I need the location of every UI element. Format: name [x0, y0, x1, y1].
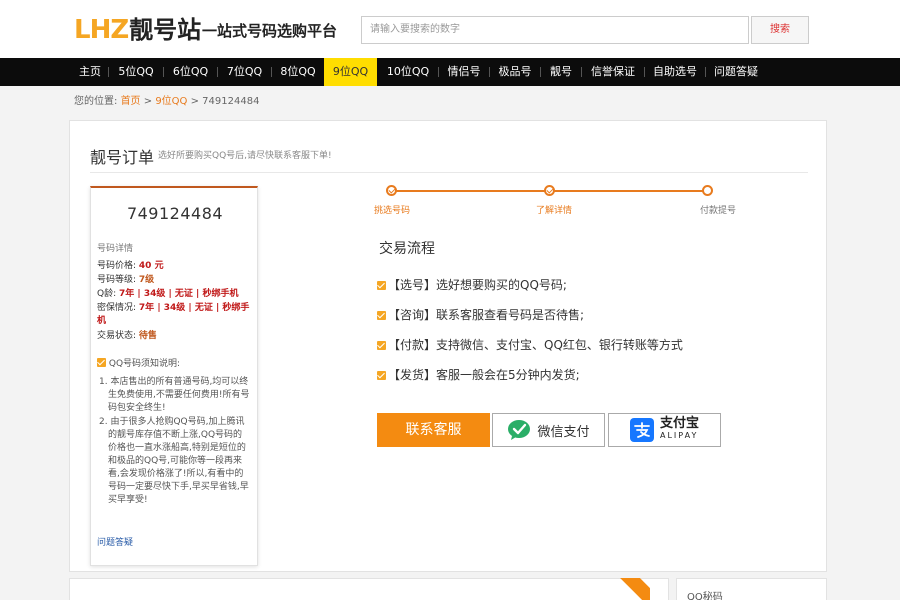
breadcrumb-home[interactable]: 首页 [121, 96, 141, 107]
nav-item-pretty[interactable]: 靓号 [541, 58, 581, 86]
nav-item-10qq[interactable]: 10位QQ [378, 58, 438, 86]
breadcrumb-current: 749124484 [202, 96, 260, 107]
number-card: 749124484 号码详情 号码价格: 40 元 号码等级: 7级 Q龄: 7… [90, 186, 258, 566]
alipay-button[interactable]: 支付宝 ALIPAY [608, 413, 721, 447]
order-panel: 靓号订单 选好所要购买QQ号后,请尽快联系客服下单! 749124484 号码详… [69, 120, 827, 572]
nav-item-9qq[interactable]: 9位QQ [324, 58, 377, 86]
flow-row-pay: 【付款】支持微信、支付宝、QQ红包、银行转账等方式 [377, 336, 683, 353]
nav-item-8qq[interactable]: 8位QQ [272, 58, 324, 86]
nav-item-7qq[interactable]: 7位QQ [218, 58, 271, 86]
checkbox-icon [377, 281, 386, 290]
step-1-label: 挑选号码 [374, 206, 411, 216]
site-header: LHZ 靓号站 一站式号码选购平台 请输入要搜索的数字 搜索 [0, 0, 900, 58]
checkbox-icon [97, 358, 106, 367]
nav-item-6qq[interactable]: 6位QQ [164, 58, 217, 86]
checkbox-icon [377, 311, 386, 320]
breadcrumb-sep: > [187, 96, 203, 107]
wechat-pay-label: 微信支付 [537, 424, 590, 440]
recommend-box [69, 578, 669, 600]
search-button[interactable]: 搜索 [751, 16, 809, 44]
status-value: 待售 [138, 331, 157, 341]
site-slogan: 一站式号码选购平台 [202, 22, 338, 40]
flow-text: 【咨询】联系客服查看号码是否待售; [388, 308, 585, 322]
status-row: 交易状态: 待售 [97, 330, 255, 343]
nav-item-self-select[interactable]: 自助选号 [645, 58, 705, 86]
site-logo[interactable]: LHZ 靓号站 [74, 14, 201, 44]
side-box: QQ秘码 [676, 578, 827, 600]
status-label: 交易状态: [97, 331, 137, 341]
qq-number: 749124484 [126, 204, 224, 223]
nav-item-premium[interactable]: 极品号 [490, 58, 540, 86]
logo-latin: LHZ [74, 15, 129, 45]
step-3-circle-icon [702, 185, 713, 196]
title-divider [90, 172, 808, 173]
nav-item-guarantee[interactable]: 信誉保证 [582, 58, 644, 86]
alipay-cn-label: 支付宝 [659, 416, 699, 431]
side-box-title: QQ秘码 [687, 592, 723, 600]
nav-item-5qq[interactable]: 5位QQ [109, 58, 163, 86]
security-label: 密保情况: [97, 303, 137, 313]
details-label: 号码详情 [97, 244, 134, 254]
step-1-check-icon [386, 185, 397, 196]
breadcrumb: 您的位置: 首页 > 9位QQ > 749124484 [74, 92, 259, 107]
security-row: 密保情况: 7年 | 34级 | 无证 | 秒绑手机 [97, 302, 255, 328]
notice-item: 2. 由于很多人抢购QQ号码,加上腾讯的靓号库存值不断上涨,QQ号码的价格也一直… [99, 417, 249, 505]
price-row: 号码价格: 40 元 [97, 260, 255, 273]
price-label: 号码价格: [97, 261, 137, 271]
main-nav: 主页 5位QQ 6位QQ 7位QQ 8位QQ 9位QQ 10位QQ 情侣号 极品… [0, 58, 900, 86]
alipay-wordmark: 支付宝 ALIPAY [659, 416, 699, 442]
checkbox-icon [377, 341, 386, 350]
page-title: 靓号订单 [90, 148, 155, 167]
age-row: Q龄: 7年 | 34级 | 无证 | 秒绑手机 [97, 288, 255, 301]
nav-item-faq[interactable]: 问题答疑 [706, 58, 766, 86]
faq-link[interactable]: 问题答疑 [97, 535, 133, 548]
flow-text: 【选号】选好想要购买的QQ号码; [388, 278, 567, 292]
step-2-check-icon [544, 185, 555, 196]
flow-text: 【发货】客服一般会在5分钟内发货; [388, 368, 580, 382]
notice-list: 1. 本店售出的所有普通号码,均可以终生免费使用,不需要任何费用!所有号码包安全… [99, 376, 251, 508]
step-2-label: 了解详情 [536, 206, 573, 216]
level-row: 号码等级: 7级 [97, 274, 255, 287]
alipay-en-label: ALIPAY [659, 431, 699, 440]
search-input[interactable]: 请输入要搜索的数字 [361, 16, 749, 44]
notice-heading-text: QQ号码须知说明: [108, 359, 181, 369]
contact-service-button[interactable]: 联系客服 [377, 413, 490, 447]
flow-row-deliver: 【发货】客服一般会在5分钟内发货; [377, 366, 580, 383]
price-value: 40 元 [138, 261, 164, 271]
breadcrumb-prefix: 您的位置: [74, 96, 118, 107]
breadcrumb-category[interactable]: 9位QQ [155, 96, 187, 107]
breadcrumb-sep: > [140, 96, 156, 107]
nav-item-couple[interactable]: 情侣号 [439, 58, 489, 86]
flow-text: 【付款】支持微信、支付宝、QQ红包、银行转账等方式 [388, 338, 683, 352]
flow-row-consult: 【咨询】联系客服查看号码是否待售; [377, 306, 584, 323]
alipay-icon [629, 418, 654, 442]
flow-row-select: 【选号】选好想要购买的QQ号码; [377, 276, 567, 293]
checkbox-icon [377, 371, 386, 380]
wechat-icon [508, 420, 531, 440]
notice-item: 1. 本店售出的所有普通号码,均可以终生免费使用,不需要任何费用!所有号码包安全… [99, 377, 250, 413]
level-label: 号码等级: [97, 275, 137, 285]
corner-ribbon [610, 578, 650, 600]
logo-cn: 靓号站 [129, 16, 202, 44]
age-value: 7年 | 34级 | 无证 | 秒绑手机 [119, 289, 239, 299]
flow-title: 交易流程 [379, 241, 435, 257]
nav-item-home[interactable]: 主页 [72, 58, 108, 86]
page-subtitle: 选好所要购买QQ号后,请尽快联系客服下单! [158, 151, 332, 161]
age-label: Q龄: [97, 289, 117, 299]
wechat-pay-button[interactable]: 微信支付 [492, 413, 605, 447]
level-value: 7级 [138, 275, 155, 285]
notice-heading: QQ号码须知说明: [97, 356, 180, 369]
step-3-label: 付款提号 [700, 206, 737, 216]
